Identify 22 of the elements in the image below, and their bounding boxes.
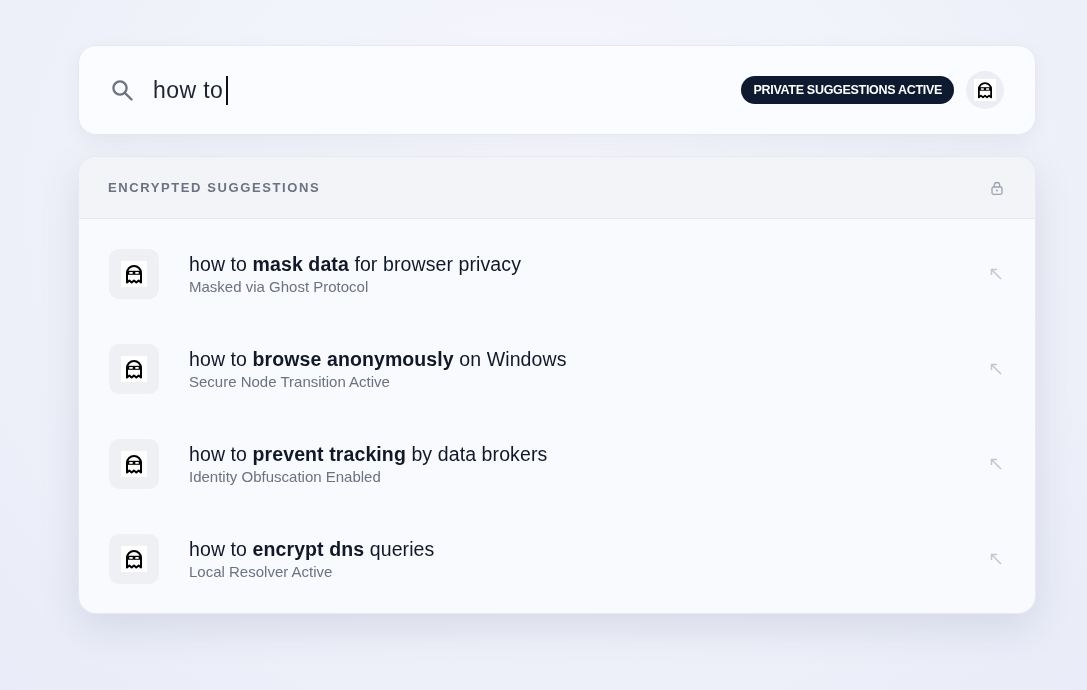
ghost-icon bbox=[109, 343, 159, 394]
suggestion-title[interactable]: how to browse anonymously on Windows bbox=[189, 346, 567, 371]
status-badge: PRIVATE SUGGESTIONS ACTIVE bbox=[741, 76, 954, 104]
arrow-up-left-icon[interactable] bbox=[990, 267, 1002, 280]
suggestion-title[interactable]: how to prevent tracking by data brokers bbox=[189, 441, 548, 466]
suggestion-subtitle: Local Resolver Active bbox=[189, 561, 333, 581]
lock-icon bbox=[991, 180, 1003, 195]
ghost-icon bbox=[109, 438, 159, 489]
arrow-up-left-icon[interactable] bbox=[990, 457, 1002, 470]
suggestion-subtitle: Secure Node Transition Active bbox=[189, 371, 390, 391]
ghost-icon bbox=[109, 533, 159, 584]
arrow-up-left-icon[interactable] bbox=[990, 362, 1002, 375]
suggestion-title[interactable]: how to mask data for browser privacy bbox=[189, 251, 521, 276]
panel-heading: ENCRYPTED SUGGESTIONS bbox=[108, 180, 321, 195]
arrow-up-left-icon[interactable] bbox=[990, 552, 1002, 565]
suggestion-title[interactable]: how to encrypt dns queries bbox=[189, 536, 435, 561]
suggestion-subtitle: Identity Obfuscation Enabled bbox=[189, 466, 381, 486]
search-icon bbox=[110, 78, 134, 102]
ghost-icon[interactable] bbox=[966, 71, 1004, 109]
suggestion-subtitle: Masked via Ghost Protocol bbox=[189, 276, 369, 296]
search-input[interactable]: how to bbox=[153, 70, 742, 110]
ghost-icon bbox=[109, 248, 159, 299]
